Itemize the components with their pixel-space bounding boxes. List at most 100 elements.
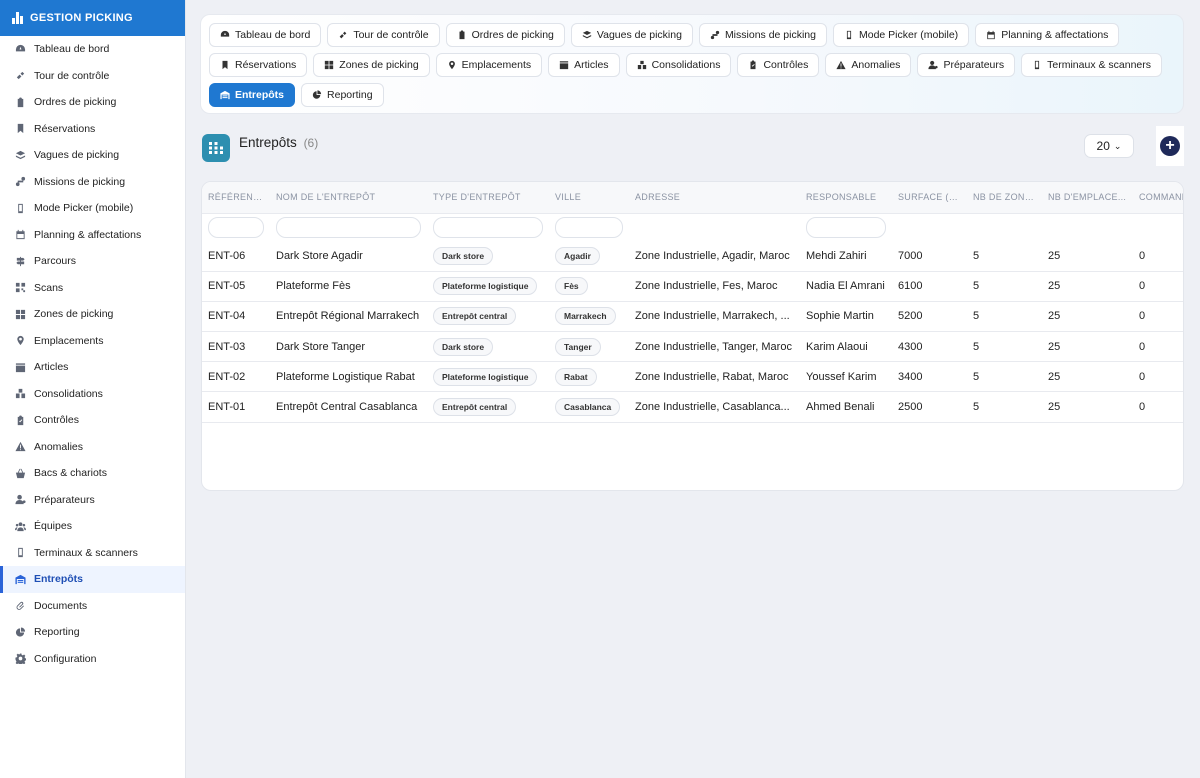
table-row[interactable]: ENT-06 Dark Store Agadir Dark store Agadir Z… [202, 241, 1183, 272]
table-cell: Entrepôt Central Casablanca [270, 391, 427, 423]
signs-icon [14, 255, 26, 267]
reference-link[interactable]: ENT-01 [202, 391, 270, 423]
tab-vagues-de-picking[interactable]: Vagues de picking [570, 23, 693, 47]
sidebar-item-ordres-de-picking[interactable]: Ordres de picking [0, 89, 185, 116]
table-row[interactable]: ENT-03 Dark Store Tanger Dark store Tanger Z… [202, 331, 1183, 363]
reference-link[interactable]: ENT-03 [202, 331, 270, 363]
sidebar-item-emplacements[interactable]: Emplacements [0, 328, 185, 355]
tab-emplacements[interactable]: Emplacements [435, 53, 543, 77]
page-title-text: Entrepôts [239, 135, 297, 150]
column-header[interactable]: RÉFÉRENCE [202, 182, 270, 214]
sidebar-item-preparateurs[interactable]: Préparateurs [0, 487, 185, 514]
tab-mode-picker-mobile[interactable]: Mode Picker (mobile) [832, 23, 970, 47]
sidebar-item-configuration[interactable]: Configuration [0, 646, 185, 673]
tab-controles[interactable]: Contrôles [737, 53, 820, 77]
tab-entrepots[interactable]: Entrepôts [209, 83, 296, 107]
tab-label: Tour de contrôle [353, 29, 429, 41]
sidebar-item-label: Anomalies [34, 440, 84, 453]
column-header[interactable]: ADRESSE [629, 182, 800, 214]
sidebar-item-parcours[interactable]: Parcours [0, 248, 185, 275]
tab-preparateurs[interactable]: Préparateurs [917, 53, 1016, 77]
table-cell: 0 [1133, 271, 1183, 302]
tab-reporting[interactable]: Reporting [301, 83, 384, 107]
tab-anomalies[interactable]: Anomalies [825, 53, 912, 77]
sidebar-item-entrepots[interactable]: Entrepôts [0, 566, 185, 593]
map-pin-icon [447, 60, 457, 70]
sidebar-item-reservations[interactable]: Réservations [0, 116, 185, 143]
sidebar-item-equipes[interactable]: Équipes [0, 513, 185, 540]
column-header[interactable]: COMMAND [1133, 182, 1183, 214]
warehouses-table: RÉFÉRENCE NOM DE L'ENTREPÔT TYPE D'ENTREPÔ… [202, 182, 1183, 423]
tab-tour-de-controle[interactable]: Tour de contrôle [327, 23, 440, 47]
sidebar-item-tableau-de-bord[interactable]: Tableau de bord [0, 36, 185, 63]
sidebar-item-tour-de-controle[interactable]: Tour de contrôle [0, 63, 185, 90]
filter-type-input[interactable] [433, 216, 543, 238]
table-cell: Fès [549, 271, 629, 302]
warehouse-icon [202, 134, 230, 162]
tab-terminaux-scanners[interactable]: Terminaux & scanners [1021, 53, 1163, 77]
table-cell: Ahmed Benali [800, 391, 892, 423]
sidebar-item-mode-picker-mobile[interactable]: Mode Picker (mobile) [0, 195, 185, 222]
tab-tableau-de-bord[interactable]: Tableau de bord [209, 23, 322, 47]
table-row[interactable]: ENT-04 Entrepôt Régional Marrakech Entrepô… [202, 301, 1183, 333]
tab-row: Tableau de bord Tour de contrôle Ordres de… [209, 23, 1175, 47]
table-cell: Agadir [549, 241, 629, 272]
add-warehouse-button[interactable]: + [1156, 126, 1184, 166]
tab-articles[interactable]: Articles [548, 53, 620, 77]
table-row[interactable]: ENT-05 Plateforme Fès Plateforme logistiqu… [202, 271, 1183, 302]
sidebar-item-label: Parcours [34, 255, 77, 268]
warehouse-icon [14, 573, 26, 585]
type-badge: Dark store [433, 246, 494, 265]
sidebar-item-vagues-de-picking[interactable]: Vagues de picking [0, 142, 185, 169]
per-page-select[interactable]: 20 ⌄ [1084, 134, 1134, 158]
column-header[interactable]: SURFACE (M²) [892, 182, 967, 214]
column-header[interactable]: NOM DE L'ENTREPÔT [270, 182, 427, 214]
sidebar-item-label: Ordres de picking [34, 96, 117, 109]
tab-consolidations[interactable]: Consolidations [625, 53, 732, 77]
tab-zones-de-picking[interactable]: Zones de picking [313, 53, 430, 77]
sidebar-item-articles[interactable]: Articles [0, 354, 185, 381]
reference-link[interactable]: ENT-04 [202, 301, 270, 333]
table-cell: Plateforme Fès [270, 271, 427, 302]
table-cell: 5 [967, 241, 1042, 272]
sidebar-item-planning-affectations[interactable]: Planning & affectations [0, 222, 185, 249]
table-cell: Dark Store Agadir [270, 241, 427, 272]
table-cell: 0 [1133, 301, 1183, 333]
filter-manager-input[interactable] [806, 216, 886, 238]
column-header[interactable]: TYPE D'ENTREPÔT [427, 182, 549, 214]
paperclip-icon [14, 600, 26, 612]
tab-ordres-de-picking[interactable]: Ordres de picking [445, 23, 565, 47]
sidebar-item-consolidations[interactable]: Consolidations [0, 381, 185, 408]
sidebar-item-controles[interactable]: Contrôles [0, 407, 185, 434]
tab-reservations[interactable]: Réservations [209, 53, 308, 77]
table-cell: 5 [967, 301, 1042, 333]
table-cell: 25 [1042, 241, 1133, 272]
sidebar-item-scans[interactable]: Scans [0, 275, 185, 302]
column-header[interactable]: RESPONSABLE [800, 182, 892, 214]
table-cell: Plateforme logistique [427, 271, 549, 302]
column-header[interactable]: NB DE ZONES [967, 182, 1042, 214]
filter-city-input[interactable] [555, 216, 623, 238]
tab-missions-de-picking[interactable]: Missions de picking [698, 23, 827, 47]
table-cell: Rabat [549, 361, 629, 393]
sidebar-item-reporting[interactable]: Reporting [0, 619, 185, 646]
user-cog-icon [14, 494, 26, 506]
table-row[interactable]: ENT-02 Plateforme Logistique Rabat Platefo… [202, 361, 1183, 393]
column-header[interactable]: VILLE [549, 182, 629, 214]
reference-link[interactable]: ENT-02 [202, 361, 270, 393]
sidebar-item-missions-de-picking[interactable]: Missions de picking [0, 169, 185, 196]
reference-link[interactable]: ENT-06 [202, 241, 270, 272]
column-header[interactable]: NB D'EMPLACE... [1042, 182, 1133, 214]
tab-planning-affectations[interactable]: Planning & affectations [975, 23, 1120, 47]
sidebar-item-anomalies[interactable]: Anomalies [0, 434, 185, 461]
sidebar-item-documents[interactable]: Documents [0, 593, 185, 620]
bookmark-icon [220, 60, 230, 70]
table-row[interactable]: ENT-01 Entrepôt Central Casablanca Entrepô… [202, 391, 1183, 423]
filter-reference-input[interactable] [208, 216, 264, 238]
filter-name-input[interactable] [276, 216, 421, 238]
sidebar-item-zones-de-picking[interactable]: Zones de picking [0, 301, 185, 328]
app-brand[interactable]: GESTION PICKING [0, 0, 185, 36]
sidebar-item-bacs-chariots[interactable]: Bacs & chariots [0, 460, 185, 487]
sidebar-item-terminaux-scanners[interactable]: Terminaux & scanners [0, 540, 185, 567]
reference-link[interactable]: ENT-05 [202, 271, 270, 302]
